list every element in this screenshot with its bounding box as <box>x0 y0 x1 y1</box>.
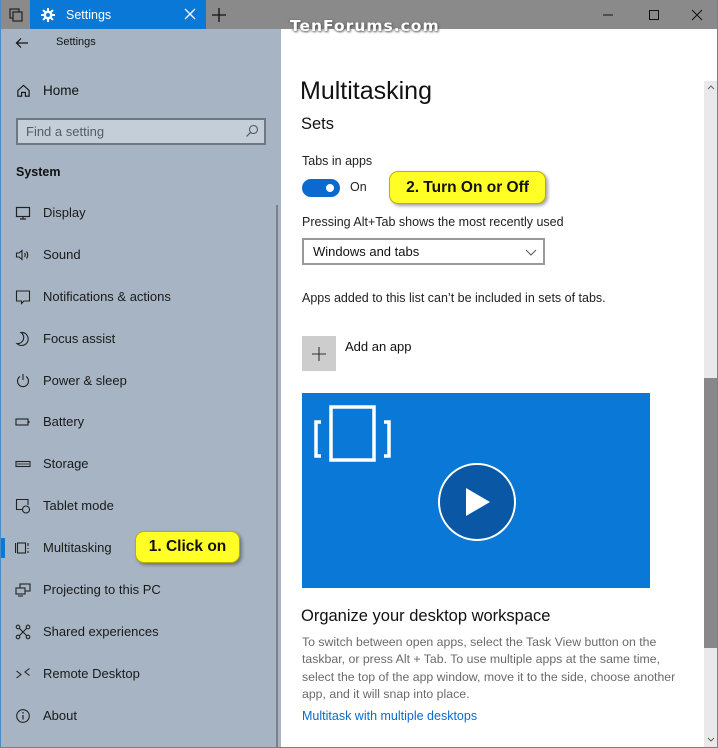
sidebar-item-sound[interactable]: Sound <box>1 240 273 270</box>
sidebar-item-projecting[interactable]: Projecting to this PC <box>1 575 273 605</box>
shared-experiences-icon <box>15 624 31 640</box>
play-button[interactable] <box>438 463 516 541</box>
callout-text: 2. Turn On or Off <box>406 178 529 196</box>
sidebar-item-notifications[interactable]: Notifications & actions <box>1 282 273 312</box>
sidebar-item-display[interactable]: Display <box>1 198 273 228</box>
info-icon <box>16 709 30 723</box>
sidebar-item-label: Sound <box>43 247 81 262</box>
search-icon[interactable] <box>245 124 259 138</box>
sidebar-item-focus-assist[interactable]: Focus assist <box>1 324 273 354</box>
sidebar-item-tablet-mode[interactable]: Tablet mode <box>1 491 273 521</box>
notification-icon <box>15 290 31 305</box>
add-app-label: Add an app <box>345 339 412 354</box>
sidebar-item-label: Battery <box>43 414 85 429</box>
sidebar-item-power-sleep[interactable]: Power & sleep <box>1 366 273 396</box>
dropdown-value: Windows and tabs <box>313 244 420 259</box>
video-thumbnail[interactable] <box>302 393 650 588</box>
organize-description: To switch between open apps, select the … <box>302 635 676 701</box>
toggle-knob <box>326 184 334 192</box>
exclusion-note: Apps added to this list can’t be include… <box>302 291 606 305</box>
alt-tab-dropdown[interactable]: Windows and tabs <box>302 238 545 265</box>
minimize-icon <box>603 14 613 15</box>
add-app-tile[interactable] <box>302 336 336 371</box>
storage-icon <box>15 460 31 468</box>
tab-switcher-button[interactable] <box>1 0 30 29</box>
monitor-icon <box>15 206 31 220</box>
sidebar-item-label: Focus assist <box>43 331 116 346</box>
scroll-down-icon[interactable] <box>706 736 716 744</box>
sidebar: Settings Home Find a setting System Disp… <box>1 29 281 747</box>
search-input[interactable]: Find a setting <box>16 118 266 145</box>
tablet-mode-icon <box>15 498 31 514</box>
sidebar-item-label: Display <box>43 205 86 220</box>
sidebar-item-label: Remote Desktop <box>43 666 140 681</box>
play-icon <box>466 488 490 516</box>
new-tab-icon[interactable] <box>210 6 228 24</box>
sidebar-item-storage[interactable]: Storage <box>1 449 273 479</box>
chevron-down-icon <box>525 249 537 256</box>
sidebar-item-label: Shared experiences <box>43 624 159 639</box>
multitasking-icon <box>15 542 29 554</box>
tabs-in-apps-label: Tabs in apps <box>302 154 373 168</box>
maximize-button[interactable] <box>631 0 677 29</box>
sidebar-item-about[interactable]: About <box>1 701 273 731</box>
callout-text: 1. Click on <box>148 538 227 555</box>
tab-switcher-icon <box>8 7 23 22</box>
sidebar-item-home[interactable]: Home <box>1 79 276 105</box>
section-heading-sets: Sets <box>301 115 335 133</box>
tabs-in-apps-toggle[interactable] <box>302 179 340 197</box>
maximize-icon <box>649 9 659 20</box>
sidebar-item-label: Notifications & actions <box>43 289 171 304</box>
close-window-button[interactable] <box>674 0 717 29</box>
power-icon <box>16 374 30 388</box>
sidebar-item-shared-experiences[interactable]: Shared experiences <box>1 617 273 647</box>
sidebar-item-remote-desktop[interactable]: Remote Desktop <box>1 659 273 689</box>
projecting-icon <box>15 583 31 597</box>
plus-icon <box>312 346 326 361</box>
sidebar-item-label: Tablet mode <box>43 498 114 513</box>
content-scrollbar[interactable] <box>704 81 717 747</box>
callout-step-1: 1. Click on <box>135 531 240 563</box>
moon-icon <box>15 331 29 346</box>
remote-desktop-icon <box>16 668 30 679</box>
snap-window-icon <box>314 405 391 462</box>
back-arrow-icon[interactable] <box>15 36 29 50</box>
app-title: Settings <box>56 36 96 48</box>
organize-heading: Organize your desktop workspace <box>301 607 551 625</box>
sidebar-item-label: About <box>43 708 77 723</box>
watermark: TenForums.com <box>290 17 440 35</box>
home-icon <box>17 84 30 97</box>
close-tab-icon[interactable] <box>182 6 198 22</box>
sidebar-scrollbar[interactable] <box>276 205 278 747</box>
battery-icon <box>15 418 30 426</box>
multiple-desktops-link[interactable]: Multitask with multiple desktops <box>302 709 477 723</box>
main-content: Multitasking Sets Tabs in apps On Pressi… <box>281 29 704 747</box>
page-title: Multitasking <box>300 77 432 105</box>
sidebar-item-label: Projecting to this PC <box>43 582 161 597</box>
sidebar-item-label: Storage <box>43 456 89 471</box>
scrollbar-thumb[interactable] <box>704 378 717 648</box>
search-placeholder: Find a setting <box>26 124 105 139</box>
sidebar-item-label: Power & sleep <box>43 373 127 388</box>
scroll-up-icon[interactable] <box>706 83 716 91</box>
callout-step-2: 2. Turn On or Off <box>389 171 546 204</box>
speaker-icon <box>15 249 29 261</box>
sidebar-item-battery[interactable]: Battery <box>1 407 273 437</box>
settings-window: Settings TenForums.com Settings Home Fin… <box>0 0 718 748</box>
add-app-button[interactable]: Add an app <box>302 336 502 372</box>
toggle-state-label: On <box>350 180 367 194</box>
sidebar-item-label: Multitasking <box>43 540 112 555</box>
gear-icon <box>41 7 55 22</box>
minimize-button[interactable] <box>585 0 631 29</box>
close-icon <box>691 9 703 20</box>
sidebar-item-label: Home <box>43 83 80 98</box>
alt-tab-label: Pressing Alt+Tab shows the most recently… <box>302 215 564 229</box>
back-row: Settings <box>1 29 281 57</box>
tab-settings[interactable]: Settings <box>30 0 206 29</box>
section-title: System <box>16 165 61 179</box>
tab-title: Settings <box>66 7 112 22</box>
